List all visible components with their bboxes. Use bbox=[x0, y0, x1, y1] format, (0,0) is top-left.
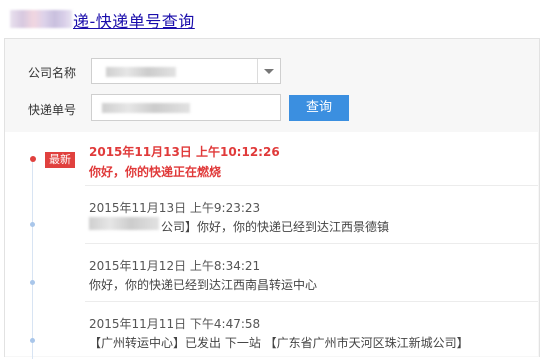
timeline-dot bbox=[30, 280, 35, 285]
site-logo bbox=[10, 10, 72, 28]
latest-badge: 最新 bbox=[45, 152, 75, 168]
entry-time: 2015年11月13日 上午10:12:26 bbox=[89, 145, 280, 159]
timeline-dot-latest bbox=[30, 156, 36, 162]
company-label: 公司名称 bbox=[28, 66, 77, 80]
tracking-number-input[interactable] bbox=[91, 94, 281, 121]
entry-message: 【广州转运中心】已发出 下一站 【广东省广州市天河区珠江新城公司】 bbox=[89, 336, 469, 350]
entry-time: 2015年11月12日 上午8:34:21 bbox=[89, 259, 261, 273]
chevron-down-icon bbox=[264, 69, 274, 74]
company-value-redacted bbox=[106, 67, 176, 77]
page-header: 递-快递单号查询 bbox=[0, 0, 542, 38]
entry-time: 2015年11月13日 上午9:23:23 bbox=[89, 201, 261, 215]
list-item: 2015年11月11日 下午4:47:58 【广州转运中心】已发出 下一站 【广… bbox=[5, 302, 538, 358]
entry-time: 2015年11月11日 下午4:47:58 bbox=[89, 317, 261, 331]
company-select[interactable] bbox=[91, 58, 281, 84]
tracking-results: 最新 2015年11月13日 上午10:12:26 你好，你的快递正在燃烧 20… bbox=[5, 132, 538, 359]
select-toggle[interactable] bbox=[257, 59, 280, 83]
entry-message: 你好，你的快递已经到达江西南昌转运中心 bbox=[89, 278, 318, 292]
list-item: 2015年11月12日 上午8:34:21 你好，你的快递已经到达江西南昌转运中… bbox=[5, 244, 538, 302]
query-button[interactable]: 查询 bbox=[289, 95, 349, 121]
entry-message: 公司】你好，你的快递已经到达江西景德镇 bbox=[161, 220, 390, 234]
tracking-label: 快递单号 bbox=[28, 103, 77, 117]
list-item: 最新 2015年11月13日 上午10:12:26 你好，你的快递正在燃烧 bbox=[5, 132, 538, 186]
page-title-link[interactable]: 递-快递单号查询 bbox=[73, 8, 195, 32]
timeline-dot bbox=[30, 222, 35, 227]
timeline-dot bbox=[30, 338, 35, 343]
entry-message: 你好，你的快递正在燃烧 bbox=[89, 165, 222, 179]
tracking-value-redacted bbox=[102, 103, 190, 113]
company-name-redacted bbox=[89, 217, 159, 230]
list-item: 2015年11月13日 上午9:23:23 公司】你好，你的快递已经到达江西景德… bbox=[5, 186, 538, 244]
